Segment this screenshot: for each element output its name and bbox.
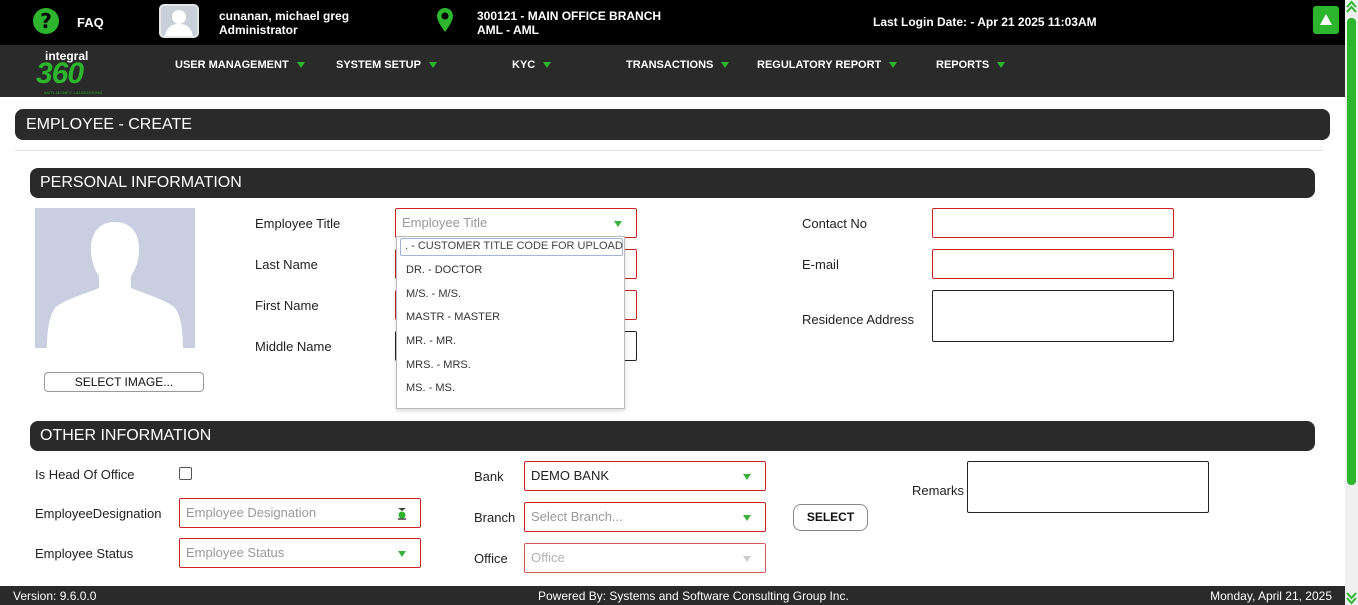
- nav-label: TRANSACTIONS: [626, 59, 714, 71]
- other-information-header: OTHER INFORMATION: [30, 421, 1315, 451]
- bank-label: Bank: [474, 469, 504, 484]
- employee-designation-select[interactable]: Employee Designation: [179, 498, 421, 528]
- caret-down-icon: [997, 62, 1006, 69]
- office-select[interactable]: Office: [524, 543, 766, 573]
- branch-placeholder: Select Branch...: [531, 509, 623, 524]
- dropdown-option[interactable]: MASTR - MASTER: [406, 311, 500, 323]
- section-title: OTHER INFORMATION: [40, 427, 212, 444]
- employee-title-select[interactable]: Employee Title: [395, 208, 637, 238]
- remarks-label: Remarks: [912, 483, 965, 498]
- first-name-label: First Name: [255, 298, 319, 313]
- bank-value: DEMO BANK: [531, 468, 610, 483]
- user-avatar[interactable]: [159, 4, 199, 38]
- bank-select[interactable]: DEMO BANK: [524, 461, 766, 491]
- user-name: cunanan, michael greg: [219, 9, 350, 23]
- page-title: EMPLOYEE - CREATE: [26, 116, 192, 133]
- employee-photo-placeholder: [35, 208, 195, 348]
- nav-label: REPORTS: [936, 59, 990, 71]
- employee-title-dropdown-list: . - CUSTOMER TITLE CODE FOR UPLOAD DR. -…: [396, 236, 625, 409]
- residence-address-textarea[interactable]: [932, 290, 1174, 342]
- nav-label: REGULATORY REPORT: [757, 59, 882, 71]
- office-placeholder: Office: [531, 550, 565, 565]
- contact-no-label: Contact No: [802, 216, 868, 231]
- head-of-office-checkbox[interactable]: [179, 467, 192, 480]
- branch-name: 300121 - MAIN OFFICE BRANCH: [477, 9, 662, 23]
- logo-text-line2: 360: [36, 57, 84, 90]
- nav-label: SYSTEM SETUP: [336, 59, 421, 71]
- residence-address-label: Residence Address: [802, 312, 915, 327]
- office-label: Office: [474, 551, 508, 566]
- module-name: AML - AML: [477, 23, 539, 37]
- employee-title-label: Employee Title: [255, 216, 341, 231]
- powered-by-text: Powered By: Systems and Software Consult…: [538, 589, 849, 603]
- scroll-up-icon[interactable]: [1345, 0, 1358, 16]
- email-input[interactable]: [932, 249, 1174, 279]
- last-login-date: Last Login Date: - Apr 21 2025 11:03AM: [873, 15, 1097, 29]
- caret-down-icon: [743, 556, 751, 562]
- employee-designation-label: EmployeeDesignation: [35, 506, 162, 521]
- nav-label: USER MANAGEMENT: [175, 59, 289, 71]
- caret-down-icon: [614, 221, 622, 227]
- nav-transactions[interactable]: TRANSACTIONS: [626, 59, 730, 71]
- main-navigation: integral 360 ANTI-MONEY LAUNDERING USER …: [0, 45, 1345, 97]
- page-title-bar: EMPLOYEE - CREATE: [15, 109, 1330, 140]
- help-icon[interactable]: ?: [33, 8, 59, 34]
- nav-label: KYC: [512, 59, 536, 71]
- caret-down-icon: [296, 62, 305, 69]
- caret-down-icon: [889, 62, 898, 69]
- employee-title-placeholder: Employee Title: [402, 215, 488, 230]
- middle-name-label: Middle Name: [255, 339, 332, 354]
- employee-designation-placeholder: Employee Designation: [186, 505, 317, 520]
- caret-down-icon: [398, 551, 406, 557]
- nav-reports[interactable]: REPORTS: [936, 59, 1006, 71]
- dropdown-option[interactable]: MS. - MS.: [406, 382, 455, 394]
- footer: Version: 9.6.0.0 Powered By: Systems and…: [0, 586, 1345, 605]
- contact-no-input[interactable]: [932, 208, 1174, 238]
- personal-information-header: PERSONAL INFORMATION: [30, 168, 1315, 198]
- dropdown-option[interactable]: M/S. - M/S.: [406, 288, 461, 300]
- select-office-button[interactable]: SELECT: [793, 504, 868, 531]
- nav-kyc[interactable]: KYC: [512, 59, 552, 71]
- divider: [15, 150, 1323, 151]
- top-bar: ? FAQ cunanan, michael greg Administrato…: [0, 0, 1345, 45]
- user-role: Administrator: [219, 23, 298, 37]
- caret-down-icon: [743, 515, 751, 521]
- dropdown-option[interactable]: MR. - MR.: [406, 335, 456, 347]
- location-pin-icon: [437, 8, 453, 32]
- caret-down-icon: [543, 62, 552, 69]
- dropdown-option[interactable]: DR. - DOCTOR: [406, 264, 482, 276]
- caret-down-icon: [743, 474, 751, 480]
- employee-status-label: Employee Status: [35, 546, 134, 561]
- integral360-logo[interactable]: integral 360 ANTI-MONEY LAUNDERING: [36, 49, 106, 95]
- scrollbar-thumb[interactable]: [1347, 18, 1356, 485]
- nav-user-management[interactable]: USER MANAGEMENT: [175, 59, 305, 71]
- footer-date: Monday, April 21, 2025: [1210, 589, 1332, 603]
- employee-status-select[interactable]: Employee Status: [179, 538, 421, 568]
- loading-spinner-icon: [398, 508, 406, 520]
- nav-system-setup[interactable]: SYSTEM SETUP: [336, 59, 437, 71]
- caret-down-icon: [428, 62, 437, 69]
- scroll-down-icon[interactable]: [1345, 589, 1358, 605]
- branch-select[interactable]: Select Branch...: [524, 502, 766, 532]
- caret-down-icon: [721, 62, 730, 69]
- faq-link[interactable]: FAQ: [77, 15, 104, 30]
- dropdown-option[interactable]: . - CUSTOMER TITLE CODE FOR UPLOAD: [400, 238, 623, 256]
- remarks-textarea[interactable]: [967, 461, 1209, 513]
- head-of-office-label: Is Head Of Office: [35, 467, 135, 482]
- email-label: E-mail: [802, 257, 839, 272]
- section-title: PERSONAL INFORMATION: [40, 174, 242, 191]
- logo-text-line3: ANTI-MONEY LAUNDERING: [44, 90, 103, 95]
- scroll-to-top-button[interactable]: [1313, 6, 1339, 34]
- version-text: Version: 9.6.0.0: [13, 589, 97, 603]
- dropdown-option[interactable]: MRS. - MRS.: [406, 359, 471, 371]
- nav-regulatory-report[interactable]: REGULATORY REPORT: [757, 59, 898, 71]
- employee-status-placeholder: Employee Status: [186, 545, 285, 560]
- last-name-label: Last Name: [255, 257, 318, 272]
- select-image-button[interactable]: SELECT IMAGE...: [44, 372, 204, 392]
- branch-label: Branch: [474, 510, 516, 525]
